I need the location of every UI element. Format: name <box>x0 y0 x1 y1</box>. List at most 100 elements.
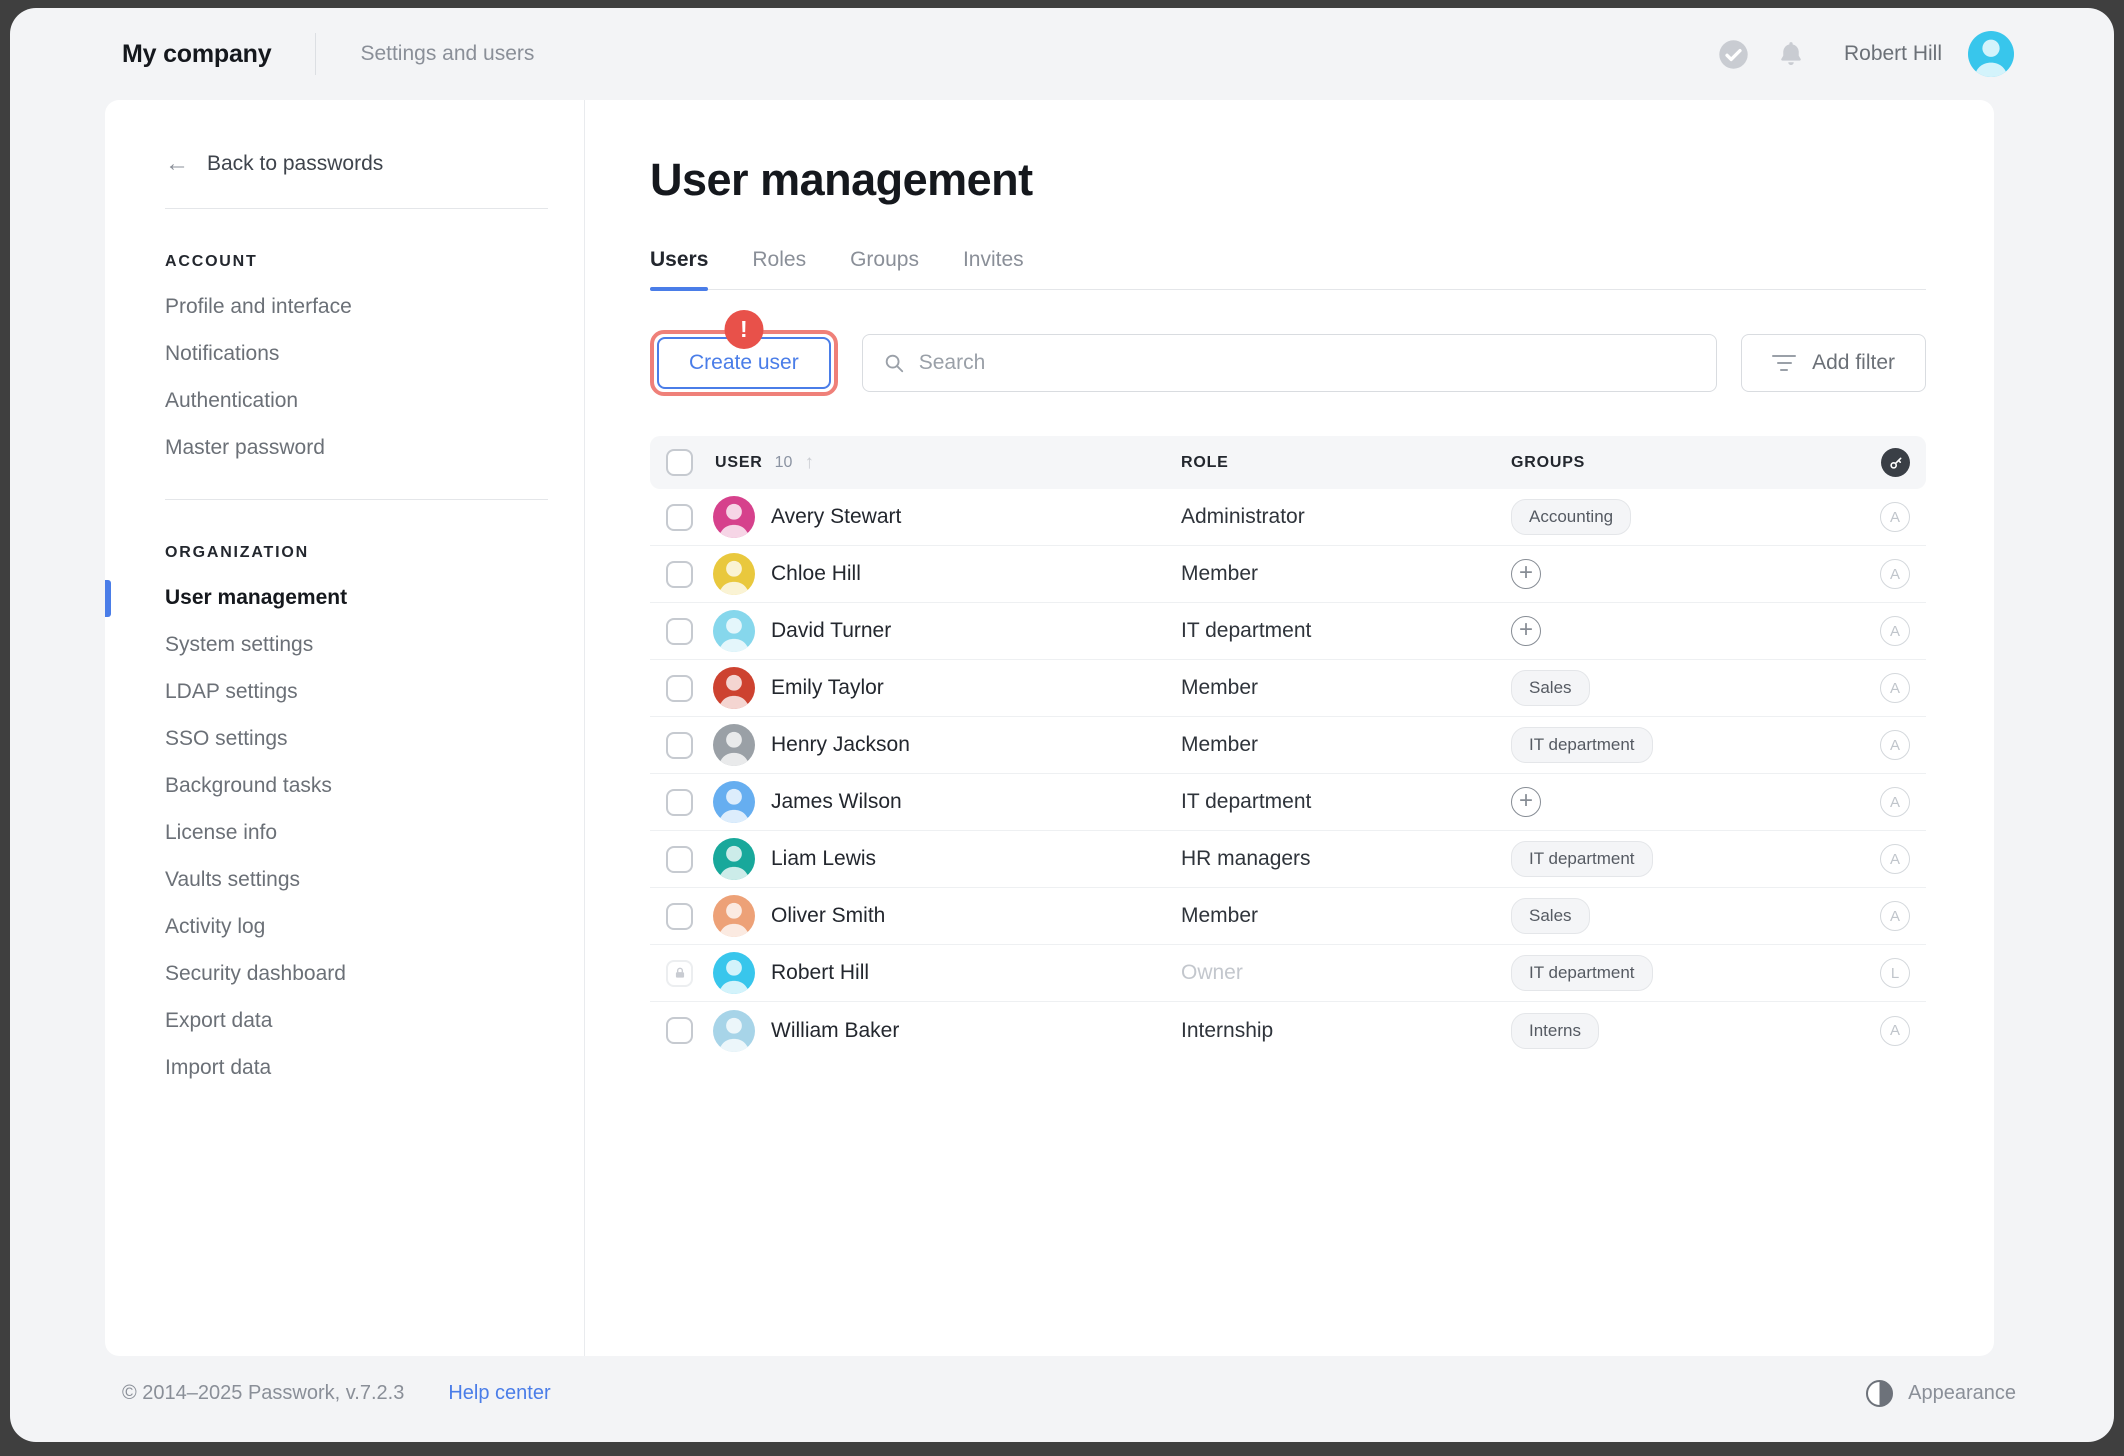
sidebar-item-security-dashboard[interactable]: Security dashboard <box>165 963 548 985</box>
select-all-checkbox[interactable] <box>666 449 693 476</box>
table-row[interactable]: Robert Hill Owner IT department L <box>650 945 1926 1002</box>
auth-type-badge: A <box>1880 901 1910 931</box>
sidebar-item-user-management[interactable]: User management <box>165 587 548 609</box>
sidebar-item-authentication[interactable]: Authentication <box>165 390 548 412</box>
table-row[interactable]: Henry Jackson Member IT department A <box>650 717 1926 774</box>
appearance-toggle[interactable]: Appearance <box>1866 1380 2016 1407</box>
user-name: James Wilson <box>771 790 902 814</box>
sidebar-item-import-data[interactable]: Import data <box>165 1057 548 1079</box>
column-header-user[interactable]: USER <box>715 454 763 472</box>
row-checkbox[interactable] <box>666 561 693 588</box>
tab-bar: Users Roles Groups Invites <box>650 248 1926 290</box>
table-row[interactable]: Oliver Smith Member Sales A <box>650 888 1926 945</box>
table-row[interactable]: James Wilson IT department + A <box>650 774 1926 831</box>
user-role: Owner <box>1181 961 1243 984</box>
sidebar-divider <box>165 499 548 500</box>
page-title: User management <box>650 154 1926 206</box>
auth-type-badge: A <box>1880 616 1910 646</box>
status-check-icon[interactable] <box>1718 39 1749 70</box>
create-user-annotation-ring: ! Create user <box>650 330 838 396</box>
avatar <box>713 952 755 994</box>
add-filter-button[interactable]: Add filter <box>1741 334 1926 392</box>
add-group-button[interactable]: + <box>1511 559 1541 589</box>
group-badge[interactable]: IT department <box>1511 841 1653 877</box>
user-name: Henry Jackson <box>771 733 910 757</box>
row-checkbox[interactable] <box>666 618 693 645</box>
notifications-bell-icon[interactable] <box>1776 39 1806 69</box>
annotation-exclamation-badge: ! <box>724 310 763 349</box>
table-row[interactable]: Liam Lewis HR managers IT department A <box>650 831 1926 888</box>
tab-users[interactable]: Users <box>650 248 708 289</box>
table-row[interactable]: David Turner IT department + A <box>650 603 1926 660</box>
group-badge[interactable]: Sales <box>1511 670 1590 706</box>
back-to-passwords-link[interactable]: ← Back to passwords <box>165 152 548 176</box>
search-box[interactable] <box>862 334 1717 392</box>
content-card: ← Back to passwords ACCOUNT Profile and … <box>105 100 1994 1356</box>
search-icon <box>883 352 905 374</box>
column-header-role[interactable]: ROLE <box>1181 454 1229 471</box>
row-checkbox[interactable] <box>666 1017 693 1044</box>
user-name: David Turner <box>771 619 891 643</box>
group-badge[interactable]: Interns <box>1511 1013 1599 1049</box>
add-group-button[interactable]: + <box>1511 787 1541 817</box>
sidebar-item-background-tasks[interactable]: Background tasks <box>165 775 548 797</box>
sidebar-divider <box>165 208 548 209</box>
table-row[interactable]: William Baker Internship Interns A <box>650 1002 1926 1059</box>
row-checkbox[interactable] <box>666 789 693 816</box>
sidebar-item-vaults-settings[interactable]: Vaults settings <box>165 869 548 891</box>
current-user-avatar[interactable] <box>1968 31 2014 77</box>
current-user-name[interactable]: Robert Hill <box>1844 42 1942 66</box>
group-badge[interactable]: Accounting <box>1511 499 1631 535</box>
appearance-half-circle-icon <box>1866 1380 1893 1407</box>
auth-type-key-icon[interactable] <box>1881 448 1910 477</box>
sidebar-item-ldap-settings[interactable]: LDAP settings <box>165 681 548 703</box>
column-header-groups[interactable]: GROUPS <box>1511 454 1585 471</box>
row-checkbox[interactable] <box>666 846 693 873</box>
sidebar-item-profile-and-interface[interactable]: Profile and interface <box>165 296 548 318</box>
row-checkbox[interactable] <box>666 675 693 702</box>
footer: © 2014–2025 Passwork, v.7.2.3 Help cente… <box>10 1356 2114 1442</box>
sidebar-item-notifications[interactable]: Notifications <box>165 343 548 365</box>
avatar <box>713 553 755 595</box>
sidebar-item-master-password[interactable]: Master password <box>165 437 548 459</box>
search-input[interactable] <box>919 351 1696 375</box>
organization-section-title: ORGANIZATION <box>165 544 548 562</box>
tab-invites[interactable]: Invites <box>963 248 1024 289</box>
appearance-label: Appearance <box>1908 1382 2016 1405</box>
row-checkbox[interactable] <box>666 732 693 759</box>
row-checkbox[interactable] <box>666 903 693 930</box>
user-role: Internship <box>1181 1019 1273 1042</box>
row-checkbox[interactable] <box>666 504 693 531</box>
tab-roles[interactable]: Roles <box>752 248 806 289</box>
auth-type-badge: A <box>1880 1016 1910 1046</box>
user-role: Member <box>1181 562 1258 585</box>
sort-ascending-icon[interactable]: ↑ <box>804 452 814 474</box>
group-badge[interactable]: IT department <box>1511 727 1653 763</box>
table-row[interactable]: Avery Stewart Administrator Accounting A <box>650 489 1926 546</box>
lock-icon <box>666 960 693 987</box>
user-role: Member <box>1181 676 1258 699</box>
tab-groups[interactable]: Groups <box>850 248 919 289</box>
sidebar-item-system-settings[interactable]: System settings <box>165 634 548 656</box>
topbar-context-label: Settings and users <box>360 42 534 66</box>
table-row[interactable]: Chloe Hill Member + A <box>650 546 1926 603</box>
add-group-button[interactable]: + <box>1511 616 1541 646</box>
user-role: IT department <box>1181 790 1311 813</box>
sidebar-item-export-data[interactable]: Export data <box>165 1010 548 1032</box>
table-row[interactable]: Emily Taylor Member Sales A <box>650 660 1926 717</box>
group-badge[interactable]: Sales <box>1511 898 1590 934</box>
sidebar-item-activity-log[interactable]: Activity log <box>165 916 548 938</box>
auth-type-badge: A <box>1880 673 1910 703</box>
app-window: My company Settings and users Robert Hil… <box>10 8 2114 1442</box>
user-name: William Baker <box>771 1019 899 1043</box>
sidebar-item-sso-settings[interactable]: SSO settings <box>165 728 548 750</box>
avatar <box>713 610 755 652</box>
help-center-link[interactable]: Help center <box>448 1382 550 1405</box>
top-bar: My company Settings and users Robert Hil… <box>10 8 2114 100</box>
settings-sidebar: ← Back to passwords ACCOUNT Profile and … <box>105 100 585 1356</box>
auth-type-badge: L <box>1880 958 1910 988</box>
sidebar-item-license-info[interactable]: License info <box>165 822 548 844</box>
group-badge[interactable]: IT department <box>1511 955 1653 991</box>
filter-icon <box>1772 355 1796 371</box>
avatar <box>713 667 755 709</box>
